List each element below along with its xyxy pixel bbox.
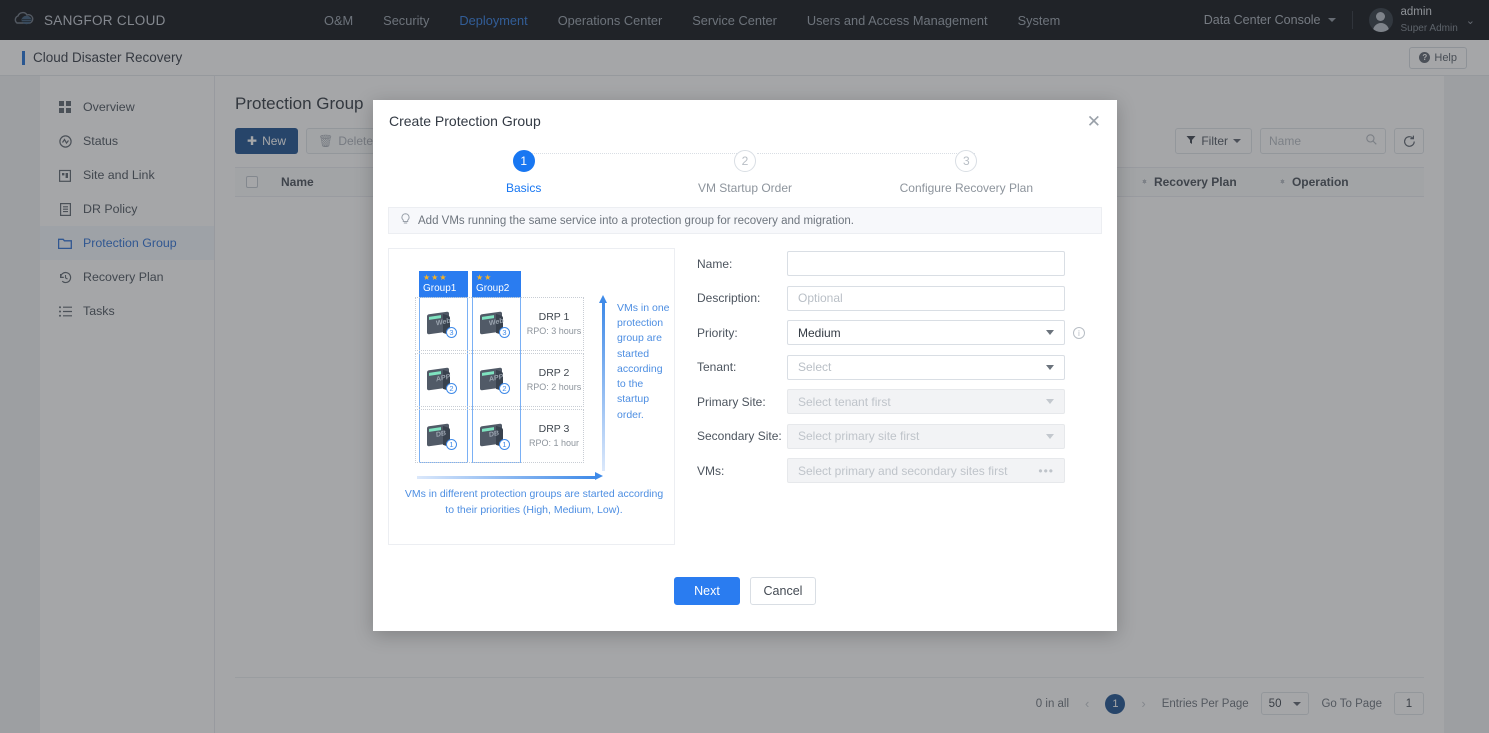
vm-icon: APP 2 <box>478 367 510 394</box>
drp-info: DRP 1 RPO: 3 hours <box>523 311 585 336</box>
vm-order-badge: 1 <box>446 439 457 450</box>
chevron-down-icon <box>1046 364 1054 370</box>
group-tab-1: ★★★ Group1 <box>419 271 468 298</box>
group-tab-2: ★★ Group2 <box>472 271 521 298</box>
lightbulb-icon <box>400 213 411 228</box>
info-tip-bar: Add VMs running the same service into a … <box>388 207 1102 234</box>
drp-info: DRP 2 RPO: 2 hours <box>523 367 585 392</box>
field-label: Secondary Site: <box>697 429 782 443</box>
drp-rows: Web 3 Web 3 DRP 1 RPO: 3 hours APP 2 APP… <box>415 297 584 465</box>
vm-order-badge: 2 <box>446 383 457 394</box>
close-icon[interactable]: ✕ <box>1087 113 1101 130</box>
drp-name: DRP 1 <box>538 311 570 323</box>
form-row-vms: VMs: Select primary and secondary sites … <box>697 458 1102 483</box>
drp-row: APP 2 APP 2 DRP 2 RPO: 2 hours <box>415 353 584 407</box>
step-label: Basics <box>505 181 542 195</box>
group-name: Group2 <box>476 283 510 294</box>
vm-order-badge: 3 <box>499 327 510 338</box>
step-connector <box>757 153 975 154</box>
priority-select-value: Medium <box>798 325 841 340</box>
priority-stars-icon: ★★ <box>476 273 493 282</box>
drp-rpo: RPO: 2 hours <box>526 382 582 392</box>
startup-order-arrow-icon <box>599 295 608 471</box>
priority-select[interactable]: Medium <box>787 320 1065 345</box>
vms-placeholder: Select primary and secondary sites first <box>798 463 1008 478</box>
priority-caption: VMs in different protection groups are s… <box>404 488 664 516</box>
vms-picker: Select primary and secondary sites first… <box>787 458 1065 483</box>
drp-row: Web 3 Web 3 DRP 1 RPO: 3 hours <box>415 297 584 351</box>
step-number: 1 <box>512 150 535 172</box>
protection-group-illustration: ★★★ Group1 ★★ Group2 Web 3 Web 3 DRP 1 R… <box>388 248 675 545</box>
primary-site-placeholder: Select tenant first <box>798 394 891 409</box>
field-label: VMs: <box>697 463 725 478</box>
stepper: 1 Basics 2 VM Startup Order 3 Configure … <box>373 142 1117 195</box>
primary-site-select: Select tenant first <box>787 389 1065 414</box>
drp-name: DRP 3 <box>538 423 570 435</box>
tenant-placeholder: Select <box>798 360 832 374</box>
form-row-description: Description: Optional <box>697 285 1102 311</box>
info-tip-text: Add VMs running the same service into a … <box>418 214 854 227</box>
dialog-footer: Next Cancel <box>373 577 1117 631</box>
form-row-secondary-site: Secondary Site: Select primary site firs… <box>697 423 1102 449</box>
info-icon[interactable]: i <box>1073 326 1085 339</box>
field-label: Description: <box>697 291 761 305</box>
step-label: Configure Recovery Plan <box>899 181 1034 195</box>
create-protection-group-dialog: Create Protection Group ✕ 1 Basics 2 VM … <box>373 100 1117 631</box>
description-placeholder: Optional <box>798 291 843 305</box>
chevron-down-icon <box>1046 399 1054 404</box>
vm-icon: Web 3 <box>478 311 510 338</box>
dialog-body: ★★★ Group1 ★★ Group2 Web 3 Web 3 DRP 1 R… <box>373 234 1117 577</box>
field-label: Priority: <box>697 325 738 340</box>
priority-stars-icon: ★★★ <box>423 273 448 282</box>
step-basics[interactable]: 1 Basics <box>413 150 634 195</box>
form-row-name: Name: <box>697 251 1102 276</box>
field-label: Primary Site: <box>697 394 766 409</box>
tenant-select[interactable]: Select <box>787 354 1065 380</box>
app-root: SANGFOR CLOUD O&M Security Deployment Op… <box>0 0 1489 733</box>
chevron-down-icon <box>1046 330 1054 335</box>
vm-icon: DB 1 <box>425 423 457 450</box>
step-connector <box>519 153 737 154</box>
step-configure-recovery-plan[interactable]: 3 Configure Recovery Plan <box>856 150 1077 195</box>
vm-order-badge: 2 <box>499 383 510 394</box>
priority-arrow-icon <box>417 472 603 481</box>
field-label: Tenant: <box>697 360 737 374</box>
dialog-header: Create Protection Group ✕ <box>373 100 1117 142</box>
secondary-site-placeholder: Select primary site first <box>798 429 920 443</box>
vm-order-badge: 3 <box>446 327 457 338</box>
form-row-primary-site: Primary Site: Select tenant first <box>697 389 1102 414</box>
field-label: Name: <box>697 256 733 271</box>
group-name: Group1 <box>423 283 457 294</box>
basics-form: Name: Description: Optional Priority: Me… <box>675 248 1102 577</box>
vm-icon: APP 2 <box>425 367 457 394</box>
startup-order-caption: VMs in one protection group are started … <box>617 302 670 421</box>
dialog-title: Create Protection Group <box>389 113 541 129</box>
step-number: 2 <box>733 150 756 172</box>
name-input[interactable] <box>787 251 1065 276</box>
drp-rpo: RPO: 3 hours <box>526 326 582 336</box>
step-label: VM Startup Order <box>697 181 792 195</box>
description-input[interactable]: Optional <box>787 285 1065 311</box>
ellipsis-icon: ••• <box>1038 463 1054 478</box>
secondary-site-select: Select primary site first <box>787 423 1065 449</box>
step-number: 3 <box>955 150 978 172</box>
next-button[interactable]: Next <box>674 577 740 605</box>
vm-icon: Web 3 <box>425 311 457 338</box>
drp-name: DRP 2 <box>538 367 570 379</box>
group-tabs: ★★★ Group1 ★★ Group2 <box>419 271 521 298</box>
drp-rpo: RPO: 1 hour <box>528 438 580 448</box>
form-row-priority: Priority: Medium i <box>697 320 1102 345</box>
step-vm-startup-order[interactable]: 2 VM Startup Order <box>634 150 855 195</box>
drp-row: DB 1 DB 1 DRP 3 RPO: 1 hour <box>415 409 584 463</box>
chevron-down-icon <box>1046 433 1054 439</box>
vm-order-badge: 1 <box>499 439 510 450</box>
cancel-button[interactable]: Cancel <box>750 577 816 605</box>
drp-info: DRP 3 RPO: 1 hour <box>523 423 585 448</box>
form-row-tenant: Tenant: Select <box>697 354 1102 380</box>
vm-icon: DB 1 <box>478 423 510 450</box>
